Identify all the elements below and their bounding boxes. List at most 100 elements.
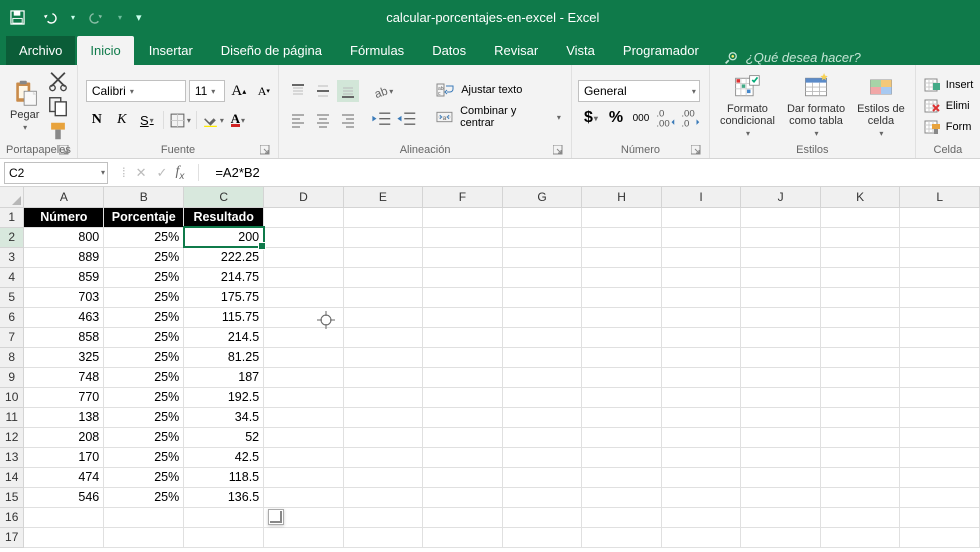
format-painter-button[interactable] — [47, 120, 69, 142]
cell-G16[interactable] — [502, 507, 582, 527]
cell-C1[interactable]: Resultado — [184, 207, 264, 227]
cell-D14[interactable] — [264, 467, 344, 487]
cell-A2[interactable]: 800 — [24, 227, 104, 247]
number-dialog-launcher-icon[interactable] — [691, 145, 701, 155]
cell-F10[interactable] — [423, 387, 503, 407]
font-dialog-launcher-icon[interactable] — [260, 145, 270, 155]
tell-me-search[interactable]: ¿Qué desea hacer? — [724, 50, 861, 65]
copy-button[interactable] — [47, 95, 69, 117]
cell-E5[interactable] — [343, 287, 423, 307]
save-button[interactable] — [6, 6, 28, 28]
cell-H12[interactable] — [582, 427, 662, 447]
tab-diseño-de-página[interactable]: Diseño de página — [208, 36, 335, 65]
cell-C15[interactable]: 136.5 — [184, 487, 264, 507]
cell-A3[interactable]: 889 — [24, 247, 104, 267]
cell-D13[interactable] — [264, 447, 344, 467]
cell-H11[interactable] — [582, 407, 662, 427]
row-header[interactable]: 9 — [0, 367, 24, 387]
cell-L12[interactable] — [900, 427, 980, 447]
paste-button[interactable]: Pegar ▾ — [6, 77, 43, 134]
cell-J14[interactable] — [741, 467, 821, 487]
cell-E8[interactable] — [343, 347, 423, 367]
format-as-table-button[interactable]: Dar formato como tabla▾ — [783, 71, 849, 140]
cell-E4[interactable] — [343, 267, 423, 287]
cell-F4[interactable] — [423, 267, 503, 287]
align-middle-button[interactable] — [312, 80, 334, 102]
cell-B2[interactable]: 25% — [104, 227, 184, 247]
cell-E1[interactable] — [343, 207, 423, 227]
cell-L5[interactable] — [900, 287, 980, 307]
decrease-decimal-button[interactable]: .00.0 — [680, 107, 702, 129]
cell-A10[interactable]: 770 — [24, 387, 104, 407]
cell-H15[interactable] — [582, 487, 662, 507]
fill-color-button[interactable]: ▾ — [202, 109, 224, 131]
cell-L10[interactable] — [900, 387, 980, 407]
cell-K10[interactable] — [820, 387, 900, 407]
cell-J4[interactable] — [741, 267, 821, 287]
cell-K7[interactable] — [820, 327, 900, 347]
cell-K3[interactable] — [820, 247, 900, 267]
merge-center-button[interactable]: a Combinar y centrar ▾ — [432, 103, 565, 131]
cell-I11[interactable] — [661, 407, 741, 427]
cell-A16[interactable] — [24, 507, 104, 527]
cell-B13[interactable]: 25% — [104, 447, 184, 467]
cell-B1[interactable]: Porcentaje — [104, 207, 184, 227]
cell-E7[interactable] — [343, 327, 423, 347]
cell-B4[interactable]: 25% — [104, 267, 184, 287]
cell-H8[interactable] — [582, 347, 662, 367]
tab-vista[interactable]: Vista — [553, 36, 608, 65]
cell-E17[interactable] — [343, 527, 423, 547]
conditional-formatting-button[interactable]: Formato condicional▾ — [716, 71, 779, 140]
cell-G17[interactable] — [502, 527, 582, 547]
increase-indent-button[interactable] — [396, 109, 418, 131]
alignment-dialog-launcher-icon[interactable] — [553, 145, 563, 155]
column-header-B[interactable]: B — [104, 187, 184, 207]
cell-J5[interactable] — [741, 287, 821, 307]
cell-D5[interactable] — [264, 287, 344, 307]
cell-C8[interactable]: 81.25 — [184, 347, 264, 367]
align-top-button[interactable] — [287, 80, 309, 102]
decrease-font-button[interactable]: A▾ — [253, 80, 275, 102]
column-header-K[interactable]: K — [820, 187, 900, 207]
cell-J16[interactable] — [741, 507, 821, 527]
tab-inicio[interactable]: Inicio — [77, 36, 133, 65]
comma-format-button[interactable]: 000 — [630, 107, 652, 129]
cell-B10[interactable]: 25% — [104, 387, 184, 407]
cell-A6[interactable]: 463 — [24, 307, 104, 327]
cell-G3[interactable] — [502, 247, 582, 267]
cell-I8[interactable] — [661, 347, 741, 367]
cell-B7[interactable]: 25% — [104, 327, 184, 347]
cell-B15[interactable]: 25% — [104, 487, 184, 507]
row-header[interactable]: 15 — [0, 487, 24, 507]
cell-C16[interactable] — [184, 507, 264, 527]
cell-D12[interactable] — [264, 427, 344, 447]
cell-E3[interactable] — [343, 247, 423, 267]
name-box[interactable]: C2 ▾ — [4, 162, 108, 184]
cell-G13[interactable] — [502, 447, 582, 467]
cell-H1[interactable] — [582, 207, 662, 227]
cell-G5[interactable] — [502, 287, 582, 307]
cell-J7[interactable] — [741, 327, 821, 347]
cell-K4[interactable] — [820, 267, 900, 287]
font-family-combo[interactable]: Calibri▾ — [86, 80, 186, 102]
cell-I9[interactable] — [661, 367, 741, 387]
cell-K12[interactable] — [820, 427, 900, 447]
cell-H4[interactable] — [582, 267, 662, 287]
cell-A11[interactable]: 138 — [24, 407, 104, 427]
row-header[interactable]: 4 — [0, 267, 24, 287]
cell-D6[interactable] — [264, 307, 344, 327]
cell-E6[interactable] — [343, 307, 423, 327]
cell-L4[interactable] — [900, 267, 980, 287]
cell-F8[interactable] — [423, 347, 503, 367]
align-center-button[interactable] — [312, 109, 334, 131]
cell-A1[interactable]: Número — [24, 207, 104, 227]
cell-J8[interactable] — [741, 347, 821, 367]
cell-D1[interactable] — [264, 207, 344, 227]
percent-format-button[interactable]: % — [605, 107, 627, 129]
cell-C17[interactable] — [184, 527, 264, 547]
delete-cells-button[interactable]: Elimi — [922, 97, 976, 115]
cell-K13[interactable] — [820, 447, 900, 467]
cell-K16[interactable] — [820, 507, 900, 527]
cell-K1[interactable] — [820, 207, 900, 227]
spreadsheet-grid[interactable]: ABCDEFGHIJKL 1NúmeroPorcentajeResultado2… — [0, 187, 980, 548]
